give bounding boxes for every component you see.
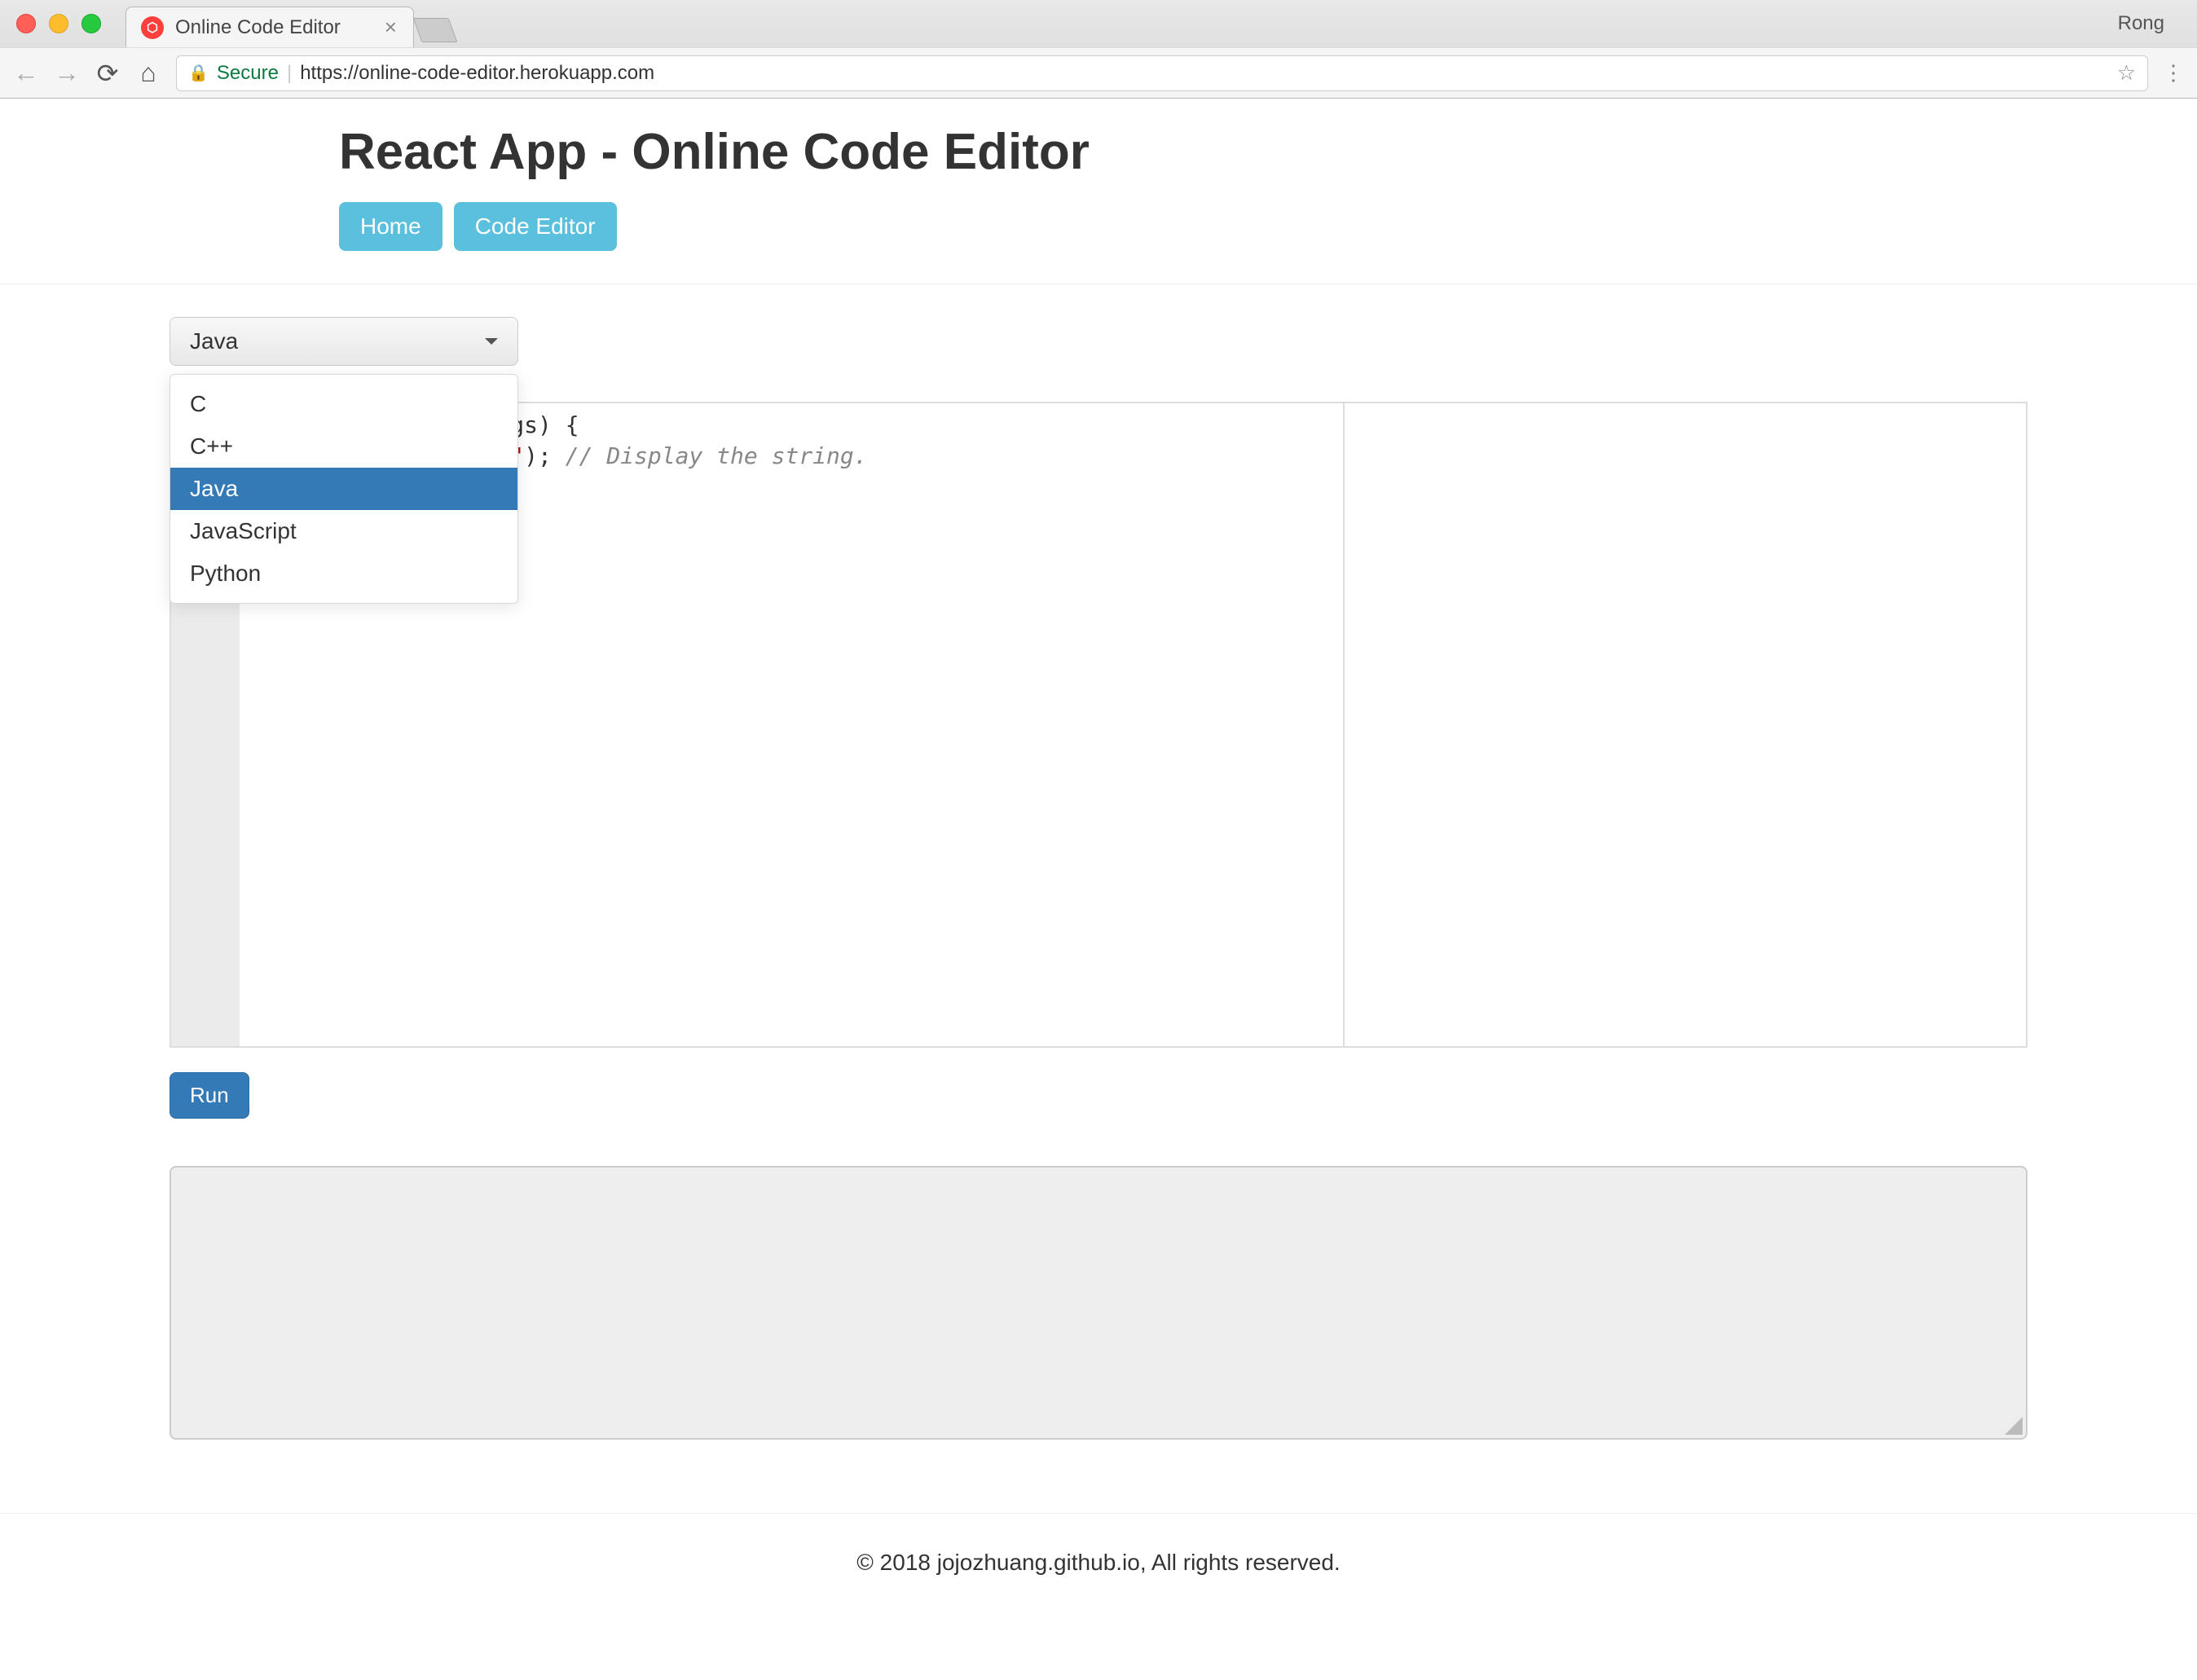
page-footer: © 2018 jojozhuang.github.io, All rights … (0, 1513, 2197, 1612)
browser-tab[interactable]: ⬡ Online Code Editor × (125, 7, 414, 47)
home-button[interactable]: Home (339, 202, 442, 251)
home-icon[interactable]: ⌂ (135, 58, 161, 88)
reload-icon[interactable]: ⟳ (95, 58, 121, 89)
code-editor-button[interactable]: Code Editor (454, 202, 617, 251)
window-controls (16, 14, 101, 33)
minimize-window-icon[interactable] (49, 14, 68, 33)
bookmark-star-icon[interactable]: ☆ (2117, 60, 2136, 86)
language-dropdown: Java C C++ Java JavaScript Python (170, 317, 518, 366)
url-divider: | (287, 62, 292, 85)
run-row: Run (170, 1072, 2027, 1119)
run-button[interactable]: Run (170, 1072, 249, 1119)
page-content: React App - Online Code Editor Home Code… (0, 99, 2197, 1612)
page-header: React App - Online Code Editor Home Code… (0, 99, 2197, 284)
nav-buttons: Home Code Editor (339, 202, 1858, 251)
url-bar: ← → ⟳ ⌂ 🔒 Secure | https://online-code-e… (0, 47, 2197, 98)
address-bar[interactable]: 🔒 Secure | https://online-code-editor.he… (176, 55, 2148, 91)
tab-close-icon[interactable]: × (385, 15, 397, 40)
language-dropdown-menu: C C++ Java JavaScript Python (170, 374, 518, 604)
dropdown-option-javascript[interactable]: JavaScript (170, 510, 517, 552)
dropdown-option-cpp[interactable]: C++ (170, 425, 517, 468)
browser-tab-bar: ⬡ Online Code Editor × Rong (0, 0, 2197, 47)
dropdown-option-python[interactable]: Python (170, 552, 517, 595)
language-selected-label: Java (190, 328, 238, 354)
browser-chrome: ⬡ Online Code Editor × Rong ← → ⟳ ⌂ 🔒 Se… (0, 0, 2197, 99)
language-select-button[interactable]: Java (170, 317, 518, 366)
secure-label: Secure (217, 62, 279, 85)
maximize-window-icon[interactable] (81, 14, 101, 33)
lock-icon: 🔒 (188, 63, 209, 83)
resize-handle-icon[interactable] (2005, 1417, 2023, 1435)
close-window-icon[interactable] (16, 14, 36, 33)
browser-menu-icon[interactable]: ⋮ (2163, 60, 2184, 86)
url-text: https://online-code-editor.herokuapp.com (300, 62, 654, 85)
forward-icon[interactable]: → (54, 58, 80, 88)
chevron-down-icon (485, 338, 498, 345)
back-icon[interactable]: ← (13, 58, 39, 88)
dropdown-option-java[interactable]: Java (170, 468, 517, 510)
new-tab-button[interactable] (413, 18, 458, 42)
favicon-icon: ⬡ (141, 16, 164, 39)
preview-pane (1345, 403, 2026, 1046)
profile-label[interactable]: Rong (2118, 12, 2181, 35)
output-textarea[interactable] (170, 1166, 2027, 1440)
tab-title: Online Code Editor (175, 16, 341, 39)
page-title: React App - Online Code Editor (339, 123, 1858, 181)
footer-text: © 2018 jojozhuang.github.io, All rights … (856, 1550, 1340, 1575)
content-area: Java C C++ Java JavaScript Python id mai… (0, 284, 2197, 1440)
dropdown-option-c[interactable]: C (170, 383, 517, 425)
